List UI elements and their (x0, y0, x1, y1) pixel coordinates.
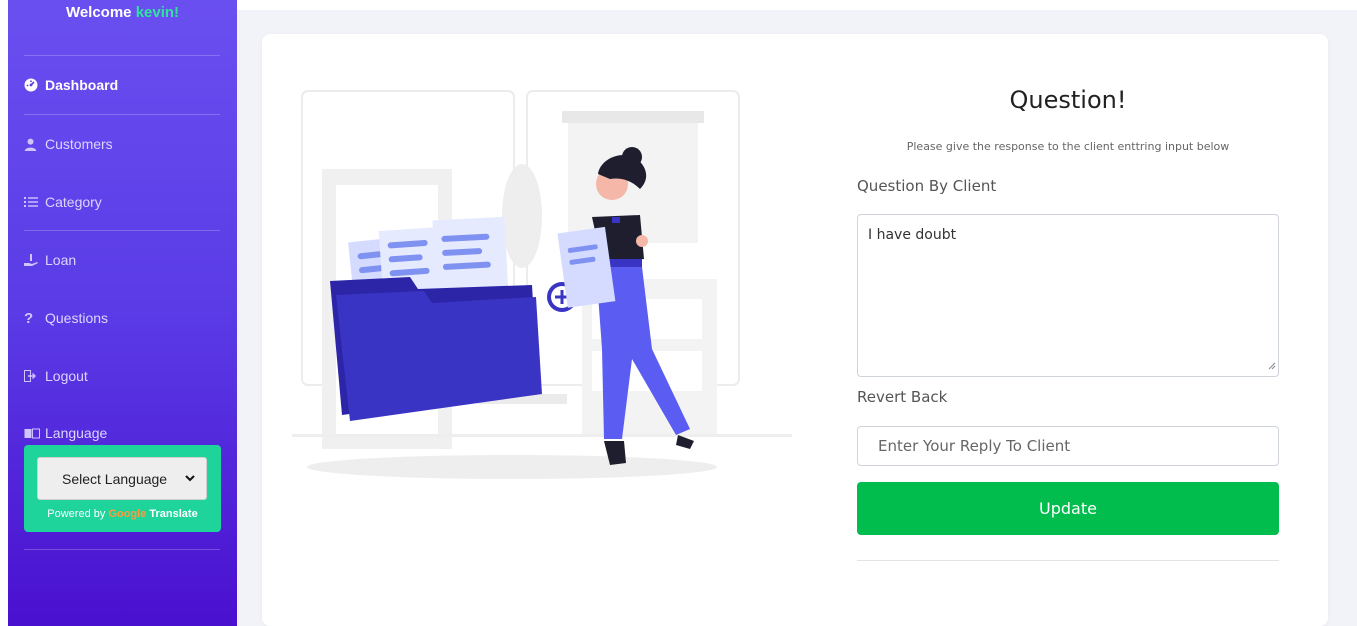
dashboard-icon (24, 78, 44, 92)
language-select-value: Select Language (62, 470, 168, 487)
welcome-prefix: Welcome (65, 4, 136, 21)
sidebar-item-language[interactable]: Language (24, 421, 107, 445)
page-subtitle: Please give the response to the client e… (906, 140, 1230, 153)
question-icon: ? (24, 309, 34, 327)
language-select[interactable]: Select Language (37, 457, 207, 500)
logout-icon (24, 370, 44, 382)
list-icon (24, 196, 44, 208)
sidebar-item-customers[interactable]: Customers (24, 132, 113, 156)
sidebar-divider (24, 55, 220, 56)
revert-label: Revert Back (857, 388, 948, 406)
language-icon (24, 428, 44, 439)
question-textarea[interactable]: I have doubt (857, 214, 1279, 377)
google-logo: Google (108, 508, 147, 520)
question-card: Question! Please give the response to th… (262, 34, 1328, 626)
reply-placeholder: Enter Your Reply To Client (878, 437, 1071, 455)
page: Welcome kevin! Dashboard Customers Categ… (0, 0, 1357, 626)
sidebar-item-label: Logout (45, 368, 88, 384)
google-translate-widget: Select Language Powered by Google Transl… (24, 445, 221, 532)
reply-input[interactable]: Enter Your Reply To Client (857, 426, 1279, 466)
sidebar-item-label: Loan (45, 252, 77, 268)
sidebar: Welcome kevin! Dashboard Customers Categ… (8, 0, 237, 626)
sidebar-item-category[interactable]: Category (24, 190, 102, 214)
user-icon (24, 138, 44, 151)
sidebar-item-label: Dashboard (45, 77, 119, 93)
powered-by-google: Powered by Google Translate (24, 508, 221, 520)
question-value: I have doubt (868, 227, 957, 243)
question-label: Question By Client (857, 177, 997, 195)
sidebar-item-label: Category (45, 194, 102, 210)
sidebar-divider (24, 230, 220, 231)
sidebar-item-questions[interactable]: ? Questions (24, 306, 108, 330)
page-title: Question! (1009, 86, 1127, 114)
sidebar-item-logout[interactable]: Logout (24, 364, 88, 388)
translate-link[interactable]: Translate (149, 508, 197, 520)
update-button[interactable]: Update (857, 482, 1279, 535)
folder-illustration (272, 89, 792, 489)
sidebar-item-label: Questions (45, 310, 109, 326)
sidebar-divider (24, 114, 220, 115)
welcome-text: Welcome kevin! (8, 0, 237, 40)
sidebar-divider (24, 549, 220, 550)
sidebar-item-loan[interactable]: Loan (24, 248, 76, 272)
sidebar-item-label: Language (45, 425, 108, 441)
powered-by-label: Powered by (47, 508, 109, 520)
welcome-username: kevin! (135, 4, 180, 21)
resize-handle-icon[interactable] (1268, 358, 1276, 374)
hand-holding-icon (24, 253, 44, 267)
sidebar-item-dashboard[interactable]: Dashboard (24, 73, 118, 97)
sidebar-item-label: Customers (45, 136, 113, 152)
chevron-down-icon (184, 470, 196, 489)
card-divider (857, 560, 1279, 561)
